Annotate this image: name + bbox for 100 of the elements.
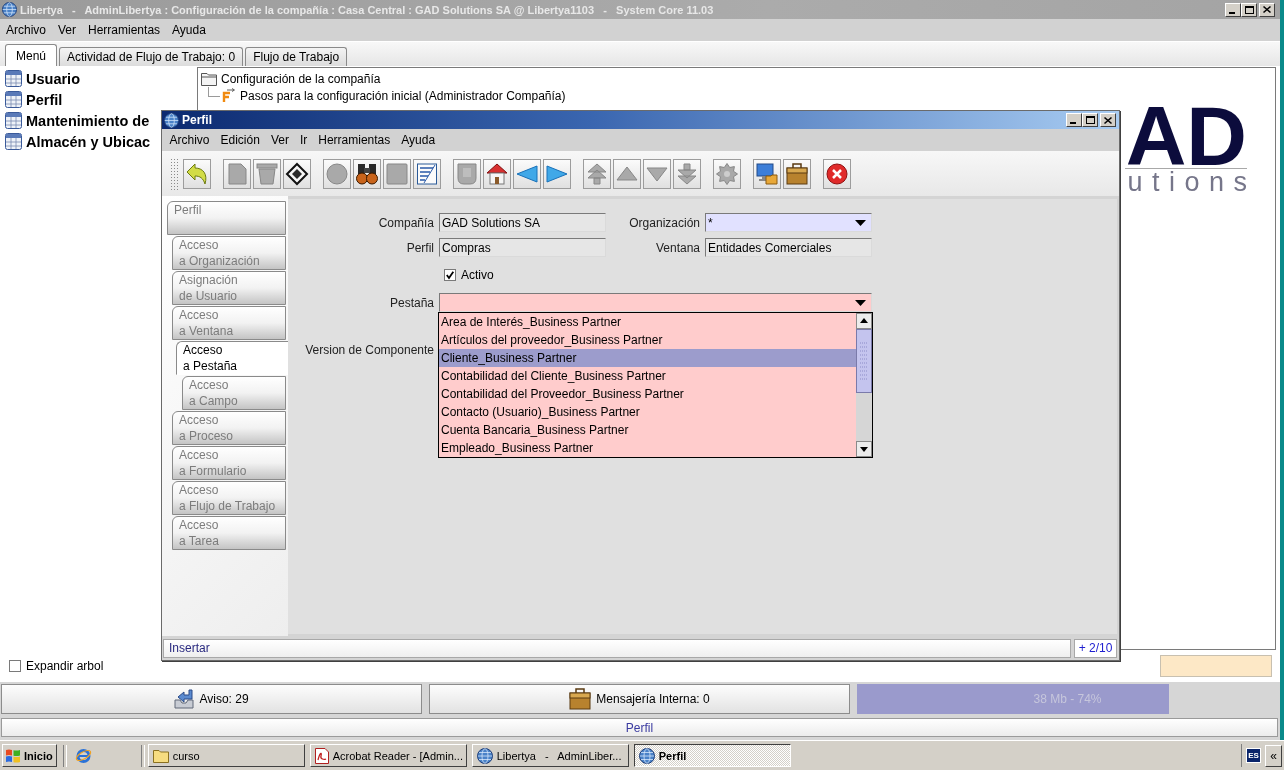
list-option[interactable]: Artículos del proveedor_Business Partner [439, 331, 856, 349]
tray-toggle-button[interactable]: « [1265, 744, 1282, 767]
status-button[interactable]: Aviso: 29 [1, 684, 422, 714]
tab[interactable]: Acceso a Campo [182, 376, 286, 410]
close-icon [826, 162, 848, 185]
input-field[interactable] [1160, 655, 1272, 677]
menu-item[interactable]: Mantenimiento de [0, 110, 150, 131]
table-icon [5, 112, 22, 129]
field-label: Compañía [377, 215, 434, 230]
flag-icon [5, 748, 21, 763]
globe-icon [2, 2, 17, 17]
close-icon [1263, 6, 1271, 13]
tab[interactable]: Flujo de Trabajo [245, 47, 348, 66]
tab[interactable]: Acceso a Tarea [172, 516, 286, 550]
minimize-button[interactable] [1225, 2, 1241, 17]
menu-item[interactable]: Perfil [0, 89, 63, 110]
square-icon [386, 162, 408, 185]
tray-icon [456, 162, 478, 185]
status-button[interactable]: Mensajería Interna: 0 [429, 684, 850, 714]
tab[interactable]: Acceso a Organización [172, 236, 286, 270]
toggle-button[interactable] [413, 158, 441, 189]
tab[interactable]: Acceso a Flujo de Trabajo [172, 481, 286, 515]
previous-button[interactable] [513, 158, 541, 189]
taskbar-button[interactable]: curso [147, 744, 305, 767]
taskbar-button[interactable]: Libertya - AdminLiber... [471, 744, 629, 767]
tree-item[interactable]: Pasos para la configuración inicial (Administrador Compañía) [208, 87, 566, 104]
maximize-button[interactable] [1082, 113, 1098, 127]
menu-item[interactable]: Herramientas [82, 23, 167, 37]
browser-icon[interactable] [74, 747, 92, 764]
text-field[interactable]: GAD Solutions SA [439, 213, 606, 232]
list-option[interactable]: Empleado_Business Partner [439, 439, 856, 457]
menu-item[interactable]: Edición [215, 133, 266, 147]
combo-box[interactable]: * [705, 213, 872, 232]
list-option[interactable]: Area de Interés_Business Partner [439, 313, 856, 331]
double-up-arrow-icon [586, 162, 608, 185]
menu-item[interactable]: Ver [265, 133, 295, 147]
menu-item[interactable]: Ir [294, 133, 313, 147]
gear-icon [716, 162, 738, 185]
list-option[interactable]: Contabilidad del Proveedor_Business Partner [439, 385, 856, 403]
next-button[interactable] [543, 158, 571, 189]
tab[interactable]: Actividad de Flujo de Trabajo: 0 [59, 47, 244, 66]
workflow-icon [221, 88, 236, 103]
menu-item[interactable]: Almacén y Ubicac [0, 131, 151, 152]
minimize-icon [1229, 11, 1235, 14]
menu-item[interactable]: Herramientas [312, 133, 396, 147]
monitor-icon [756, 162, 778, 185]
checkbox-label: Expandir arbol [26, 659, 104, 673]
dropdown-arrow-icon [855, 299, 866, 306]
dropdown-arrow-icon [855, 219, 866, 226]
check-icon [446, 271, 454, 279]
text-field[interactable]: Entidades Comerciales [705, 238, 872, 257]
language-indicator[interactable]: ES [1246, 748, 1261, 763]
inbox-arrow-icon [174, 689, 195, 709]
close-button[interactable] [823, 158, 851, 189]
undo-icon [186, 162, 208, 185]
tab[interactable]: Acceso a Proceso [172, 411, 286, 445]
text-field[interactable]: Compras [439, 238, 606, 257]
menu-item[interactable]: Ver [52, 23, 83, 37]
home-button[interactable] [483, 158, 511, 189]
list-option[interactable]: Cliente_Business Partner [439, 349, 856, 367]
checkbox[interactable] [9, 660, 21, 672]
combo-box[interactable] [439, 293, 872, 312]
tab[interactable]: Menú [5, 44, 58, 66]
field-label: Ventana [654, 240, 700, 255]
menu-item[interactable]: Archivo [0, 23, 52, 37]
minimize-button[interactable] [1066, 113, 1082, 127]
taskbar-button[interactable]: Acrobat Reader - [Admin... [309, 744, 467, 767]
start-button[interactable]: Inicio [2, 744, 57, 767]
table-icon [5, 133, 22, 150]
menu-item[interactable]: Ayuda [166, 23, 212, 37]
taskbar-button[interactable]: Perfil [633, 744, 791, 767]
tree-item[interactable]: Configuración de la compañía [201, 70, 381, 87]
list-option[interactable]: Cuenta Bancaria_Business Partner [439, 421, 856, 439]
house-icon [486, 162, 508, 185]
menu-item[interactable]: Usuario [0, 68, 80, 89]
find-button[interactable] [353, 158, 381, 189]
left-arrow-icon [516, 162, 538, 185]
save-button[interactable] [283, 158, 311, 189]
menu-item[interactable]: Ayuda [395, 133, 441, 147]
globe-icon [476, 747, 493, 764]
scrollbar[interactable] [856, 313, 872, 457]
form-icon [416, 162, 438, 185]
window-title: Perfil [182, 113, 213, 127]
list-option[interactable]: Contacto (Usuario)_Business Partner [439, 403, 856, 421]
list-option[interactable]: Contabilidad del Cliente_Business Partner [439, 367, 856, 385]
tab[interactable]: Acceso a Formulario [172, 446, 286, 480]
close-icon [1104, 116, 1112, 124]
product-button[interactable] [783, 158, 811, 189]
disc-icon [326, 162, 348, 185]
tab[interactable]: Acceso a Pestaña [176, 341, 288, 375]
briefcase-icon [569, 688, 592, 710]
tab[interactable]: Perfil [167, 201, 286, 235]
undo-button[interactable] [183, 158, 211, 189]
archive-button[interactable] [753, 158, 781, 189]
checkbox[interactable] [444, 269, 456, 281]
maximize-button[interactable] [1241, 2, 1257, 17]
menu-item[interactable]: Archivo [164, 133, 215, 147]
tab[interactable]: Asignación de Usuario [172, 271, 286, 305]
tab[interactable]: Acceso a Ventana [172, 306, 286, 340]
briefcase-icon [786, 162, 808, 185]
